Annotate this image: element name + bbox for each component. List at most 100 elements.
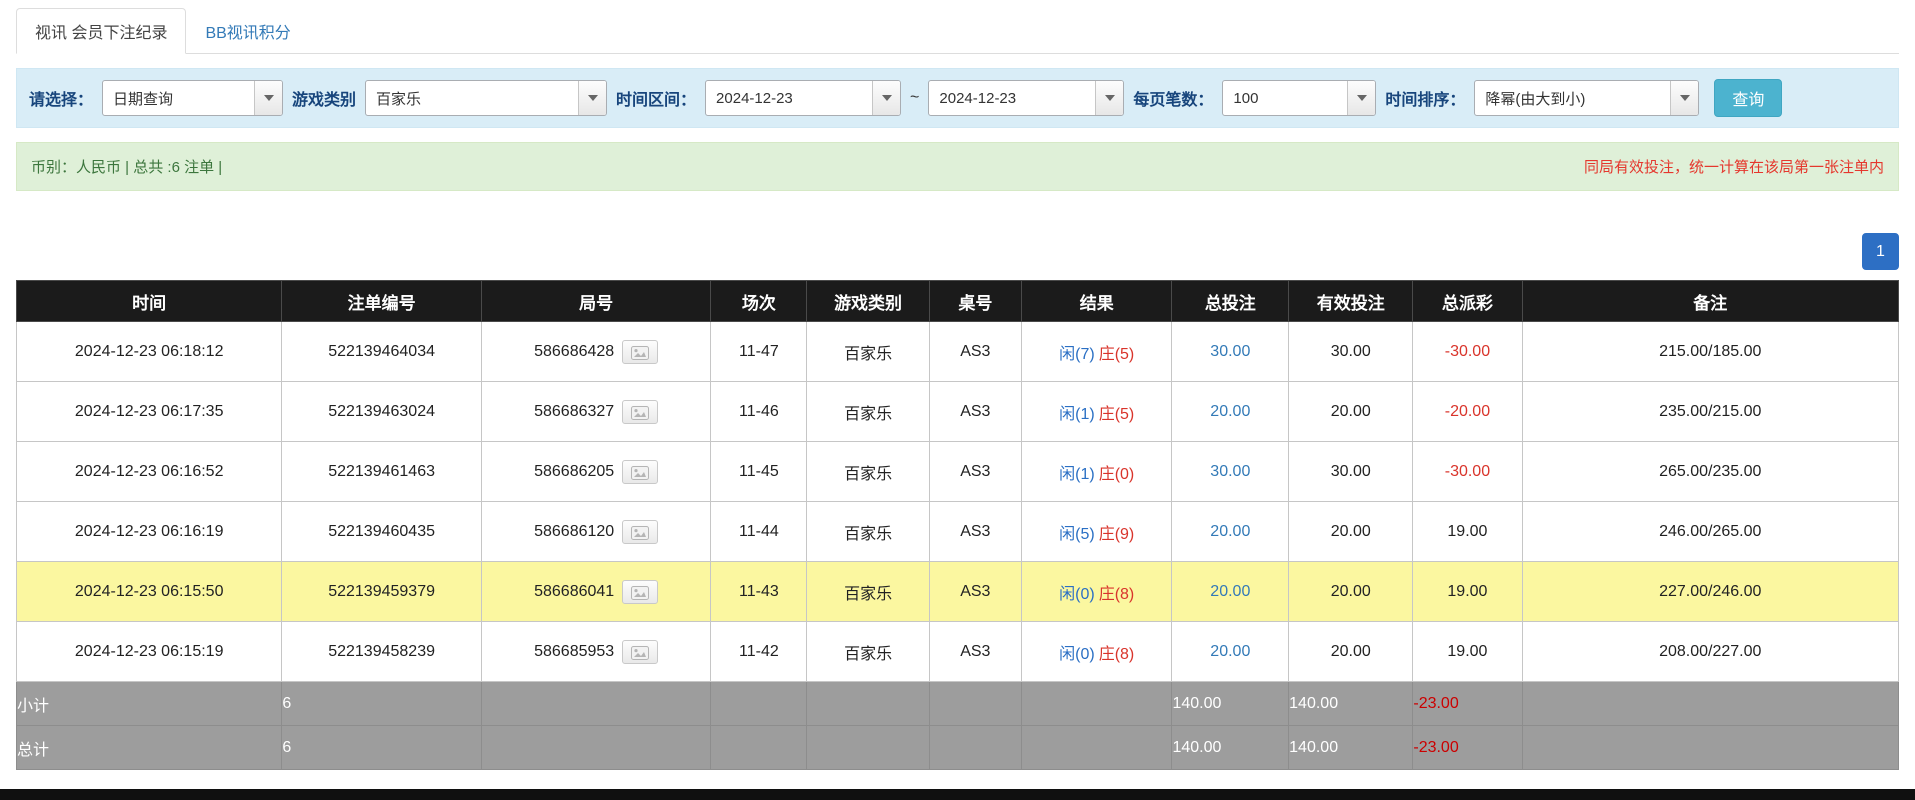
same-round-notice-text: 同局有效投注，统一计算在该局第一张注单内	[1584, 156, 1884, 177]
empty-cell	[929, 682, 1021, 726]
chevron-down-icon[interactable]	[254, 81, 282, 115]
round-media-button[interactable]	[622, 640, 658, 664]
cell-valid-bet: 30.00	[1289, 442, 1413, 502]
page-size-select[interactable]: 100	[1222, 80, 1376, 116]
table-header: 时间注单编号局号场次游戏类别桌号结果总投注有效投注总派彩备注	[17, 281, 1899, 322]
empty-cell	[807, 726, 929, 770]
total-bet-link[interactable]: 20.00	[1210, 583, 1250, 600]
cell-bet-id: 522139463024	[282, 382, 481, 442]
search-button[interactable]: 查询	[1714, 79, 1782, 117]
total-bet-link[interactable]: 20.00	[1210, 523, 1250, 540]
table-row: 2024-12-23 06:17:35522139463024586686327…	[17, 382, 1899, 442]
cell-total-bet: 20.00	[1172, 562, 1289, 622]
cell-round-id: 586686120	[481, 502, 711, 562]
date-type-select[interactable]: 日期查询	[102, 80, 283, 116]
tab-betting-records[interactable]: 视讯 会员下注纪录	[16, 8, 186, 54]
empty-cell	[711, 726, 807, 770]
cell-bet-id: 522139460435	[282, 502, 481, 562]
result-banker: 庄(5)	[1099, 406, 1135, 423]
round-media-button[interactable]	[622, 520, 658, 544]
round-id-text: 586686327	[534, 403, 614, 421]
round-media-button[interactable]	[622, 400, 658, 424]
chevron-down-icon[interactable]	[872, 81, 900, 115]
date-from-value: 2024-12-23	[706, 90, 872, 107]
subtotal-count: 6	[282, 682, 481, 726]
cell-game-type: 百家乐	[807, 442, 929, 502]
cell-note: 265.00/235.00	[1522, 442, 1899, 502]
image-icon	[631, 588, 649, 603]
cell-payout: 19.00	[1413, 562, 1522, 622]
subtotal-label: 小计	[17, 682, 282, 726]
cell-session: 11-43	[711, 562, 807, 622]
tab-bb-points[interactable]: BB视讯积分	[186, 8, 309, 54]
cell-total-bet: 20.00	[1172, 502, 1289, 562]
date-range-label: 时间区间：	[616, 86, 696, 110]
cell-table-no: AS3	[929, 322, 1021, 382]
chevron-down-icon[interactable]	[578, 81, 606, 115]
cell-total-bet: 20.00	[1172, 622, 1289, 682]
round-media-button[interactable]	[622, 340, 658, 364]
cell-table-no: AS3	[929, 562, 1021, 622]
chevron-down-icon[interactable]	[1347, 81, 1375, 115]
page-1-button[interactable]: 1	[1862, 233, 1899, 270]
total-bet-link[interactable]: 30.00	[1210, 463, 1250, 480]
cell-payout: -30.00	[1413, 442, 1522, 502]
page-size-value: 100	[1223, 90, 1347, 107]
caret-icon	[264, 95, 274, 101]
cell-bet-id: 522139459379	[282, 562, 481, 622]
cell-note: 235.00/215.00	[1522, 382, 1899, 442]
chevron-down-icon[interactable]	[1095, 81, 1123, 115]
cell-session: 11-44	[711, 502, 807, 562]
total-row: 总计 6 140.00 140.00 -23.00	[17, 726, 1899, 770]
total-payout: -23.00	[1413, 726, 1522, 770]
image-icon	[631, 648, 649, 663]
cell-table-no: AS3	[929, 502, 1021, 562]
page-size-label: 每页笔数：	[1133, 86, 1213, 110]
date-from-input[interactable]: 2024-12-23	[705, 80, 901, 116]
cell-table-no: AS3	[929, 622, 1021, 682]
empty-cell	[807, 682, 929, 726]
betting-records-table: 时间注单编号局号场次游戏类别桌号结果总投注有效投注总派彩备注 2024-12-2…	[16, 280, 1899, 770]
cell-round-id: 586686205	[481, 442, 711, 502]
cell-session: 11-46	[711, 382, 807, 442]
date-to-input[interactable]: 2024-12-23	[928, 80, 1124, 116]
empty-cell	[711, 682, 807, 726]
cell-game-type: 百家乐	[807, 322, 929, 382]
filter-bar: 请选择： 日期查询 游戏类别 百家乐 时间区间： 2024-12-23 ~ 20…	[16, 68, 1899, 128]
empty-cell	[1021, 682, 1172, 726]
result-player: 闲(7)	[1059, 346, 1095, 363]
total-bet-link[interactable]: 30.00	[1210, 343, 1250, 360]
game-type-select[interactable]: 百家乐	[365, 80, 607, 116]
total-bet-link[interactable]: 20.00	[1210, 643, 1250, 660]
cell-session: 11-45	[711, 442, 807, 502]
round-id-text: 586686428	[534, 343, 614, 361]
table-footer: 小计 6 140.00 140.00 -23.00 总计 6	[17, 682, 1899, 770]
caret-icon	[1680, 95, 1690, 101]
select-type-label: 请选择：	[29, 86, 93, 110]
table-row: 2024-12-23 06:16:52522139461463586686205…	[17, 442, 1899, 502]
cell-table-no: AS3	[929, 442, 1021, 502]
total-bet-link[interactable]: 20.00	[1210, 403, 1250, 420]
cell-result: 闲(5)庄(9)	[1021, 502, 1172, 562]
pagination: 1	[16, 233, 1899, 270]
cell-time: 2024-12-23 06:16:52	[17, 442, 282, 502]
cell-bet-id: 522139461463	[282, 442, 481, 502]
cell-table-no: AS3	[929, 382, 1021, 442]
cell-game-type: 百家乐	[807, 562, 929, 622]
chevron-down-icon[interactable]	[1670, 81, 1698, 115]
round-media-button[interactable]	[622, 580, 658, 604]
caret-icon	[588, 95, 598, 101]
caret-icon	[1357, 95, 1367, 101]
column-header: 总投注	[1172, 281, 1289, 322]
round-media-button[interactable]	[622, 460, 658, 484]
result-banker: 庄(0)	[1099, 466, 1135, 483]
result-player: 闲(1)	[1059, 466, 1095, 483]
cell-session: 11-47	[711, 322, 807, 382]
empty-cell	[481, 682, 711, 726]
image-icon	[631, 348, 649, 363]
table-row: 2024-12-23 06:15:50522139459379586686041…	[17, 562, 1899, 622]
column-header: 场次	[711, 281, 807, 322]
caret-icon	[1105, 95, 1115, 101]
cell-total-bet: 20.00	[1172, 382, 1289, 442]
sort-order-select[interactable]: 降幂(由大到小)	[1474, 80, 1699, 116]
